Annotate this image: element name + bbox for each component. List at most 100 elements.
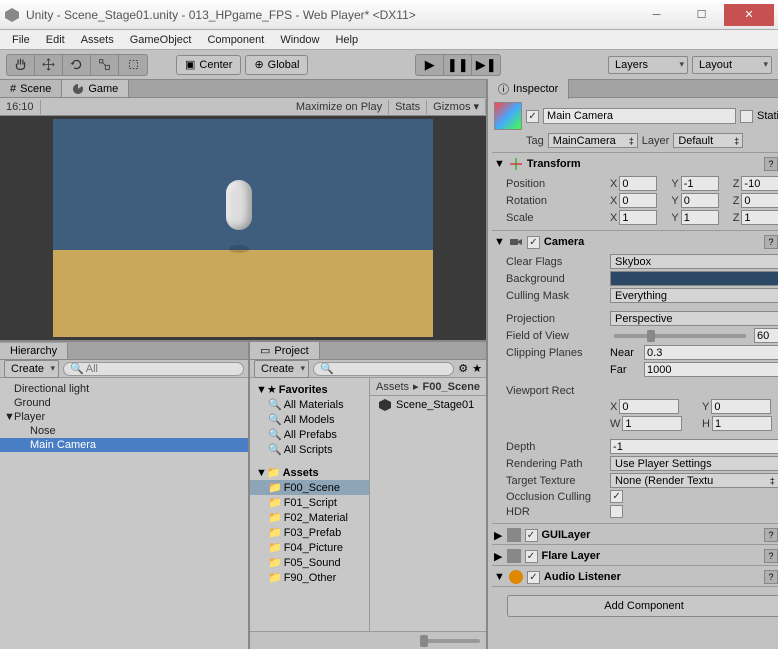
fov-slider[interactable] [614,334,746,338]
target-texture-field[interactable]: None (Render Textu [610,473,778,488]
hierarchy-item-main-camera[interactable]: Main Camera [0,438,248,452]
help-icon[interactable]: ? [764,157,778,171]
layer-dropdown[interactable]: Default [673,133,743,148]
rendering-path-dropdown[interactable]: Use Player Settings [610,456,778,471]
active-checkbox[interactable]: ✓ [526,110,539,123]
folder-f00-scene[interactable]: 📁F00_Scene [250,480,369,495]
layers-dropdown[interactable]: Layers [608,56,688,74]
hdr-checkbox[interactable] [610,505,623,518]
help-icon[interactable]: ? [764,549,778,563]
menu-edit[interactable]: Edit [40,32,71,48]
breadcrumb[interactable]: Assets ▸ F00_Scene [370,378,486,396]
tab-scene[interactable]: # Scene [0,80,62,97]
folder-f01-script[interactable]: 📁F01_Script [250,495,369,510]
project-create-dropdown[interactable]: Create [254,360,309,378]
tab-game[interactable]: Game [62,80,129,97]
pos-y[interactable] [681,176,719,191]
menu-help[interactable]: Help [329,32,364,48]
static-checkbox[interactable] [740,110,753,123]
audio-enabled[interactable]: ✓ [527,571,540,584]
rotate-tool[interactable] [63,55,91,75]
clear-flags-dropdown[interactable]: Skybox [610,254,778,269]
maximize-toggle[interactable]: Maximize on Play [290,100,389,114]
help-icon[interactable]: ? [764,235,778,249]
scale-z[interactable] [741,210,778,225]
menu-file[interactable]: File [6,32,36,48]
scale-y[interactable] [681,210,719,225]
step-button[interactable]: ▶❚ [472,55,500,75]
vp-w[interactable] [622,416,682,431]
vp-y[interactable] [711,399,771,414]
rot-z[interactable] [741,193,778,208]
pos-x[interactable] [619,176,657,191]
culling-mask-dropdown[interactable]: Everything [610,288,778,303]
occlusion-checkbox[interactable]: ✓ [610,490,623,503]
menu-window[interactable]: Window [274,32,325,48]
near-clip[interactable] [644,345,778,360]
move-tool[interactable] [35,55,63,75]
project-search[interactable]: 🔍 [313,362,454,376]
tag-dropdown[interactable]: MainCamera [548,133,638,148]
flare-enabled[interactable]: ✓ [525,550,538,563]
background-color[interactable] [610,271,778,286]
scale-x[interactable] [619,210,657,225]
hierarchy-search[interactable]: 🔍All [63,362,244,376]
fav-all-materials[interactable]: 🔍All Materials [250,397,369,412]
hand-tool[interactable] [7,55,35,75]
assets-header[interactable]: ▼📁 Assets [250,465,369,480]
camera-enabled-checkbox[interactable]: ✓ [527,236,540,249]
vp-h[interactable] [712,416,772,431]
folder-f05-sound[interactable]: 📁F05_Sound [250,555,369,570]
rect-tool[interactable] [119,55,147,75]
hierarchy-item-ground[interactable]: Ground [0,396,248,410]
fav-all-prefabs[interactable]: 🔍All Prefabs [250,427,369,442]
search-save-icon[interactable]: ★ [472,362,482,375]
fav-all-models[interactable]: 🔍All Models [250,412,369,427]
tab-inspector[interactable]: ⓘ Inspector [488,79,569,99]
thumbnail-size-slider[interactable] [420,639,480,643]
rot-x[interactable] [619,193,657,208]
minimize-button[interactable]: ─ [634,4,679,26]
favorites-header[interactable]: ▼★ Favorites [250,382,369,397]
tab-project[interactable]: ▭ Project [250,342,320,359]
folder-f04-picture[interactable]: 📁F04_Picture [250,540,369,555]
menu-gameobject[interactable]: GameObject [124,32,198,48]
fov-value[interactable] [754,328,778,343]
menu-component[interactable]: Component [201,32,270,48]
vp-x[interactable] [619,399,679,414]
maximize-button[interactable]: ☐ [679,4,724,26]
fav-all-scripts[interactable]: 🔍All Scripts [250,442,369,457]
hierarchy-item-nose[interactable]: Nose [0,424,248,438]
asset-scene-stage01[interactable]: Scene_Stage01 [370,396,486,414]
stats-toggle[interactable]: Stats [389,100,427,114]
pos-z[interactable] [741,176,778,191]
help-icon[interactable]: ? [764,528,778,542]
hierarchy-item-player[interactable]: ▼Player [0,410,248,424]
gameobject-name-field[interactable] [543,108,736,124]
pause-button[interactable]: ❚❚ [444,55,472,75]
hierarchy-item-directional-light[interactable]: Directional light [0,382,248,396]
search-filter-icon[interactable]: ⚙ [458,362,468,375]
play-button[interactable]: ▶ [416,55,444,75]
folder-f02-material[interactable]: 📁F02_Material [250,510,369,525]
depth-field[interactable] [610,439,778,454]
inspector-lock-icon[interactable]: 🔒 [774,82,778,95]
folder-f90-other[interactable]: 📁F90_Other [250,570,369,585]
pivot-center-button[interactable]: ▣ Center [176,55,241,75]
layout-dropdown[interactable]: Layout [692,56,772,74]
add-component-button[interactable]: Add Component [507,595,778,617]
help-icon[interactable]: ? [764,570,778,584]
rot-y[interactable] [681,193,719,208]
projection-dropdown[interactable]: Perspective [610,311,778,326]
folder-f03-prefab[interactable]: 📁F03_Prefab [250,525,369,540]
far-clip[interactable] [644,362,778,377]
gameobject-icon[interactable] [494,102,522,130]
pivot-global-button[interactable]: ⊕ Global [245,55,308,75]
hierarchy-create-dropdown[interactable]: Create [4,360,59,378]
menu-assets[interactable]: Assets [75,32,120,48]
close-button[interactable]: ✕ [724,4,774,26]
guilayer-enabled[interactable]: ✓ [525,529,538,542]
aspect-dropdown[interactable]: 16:10 [0,100,41,114]
gizmos-dropdown[interactable]: Gizmos ▾ [427,99,486,114]
scale-tool[interactable] [91,55,119,75]
